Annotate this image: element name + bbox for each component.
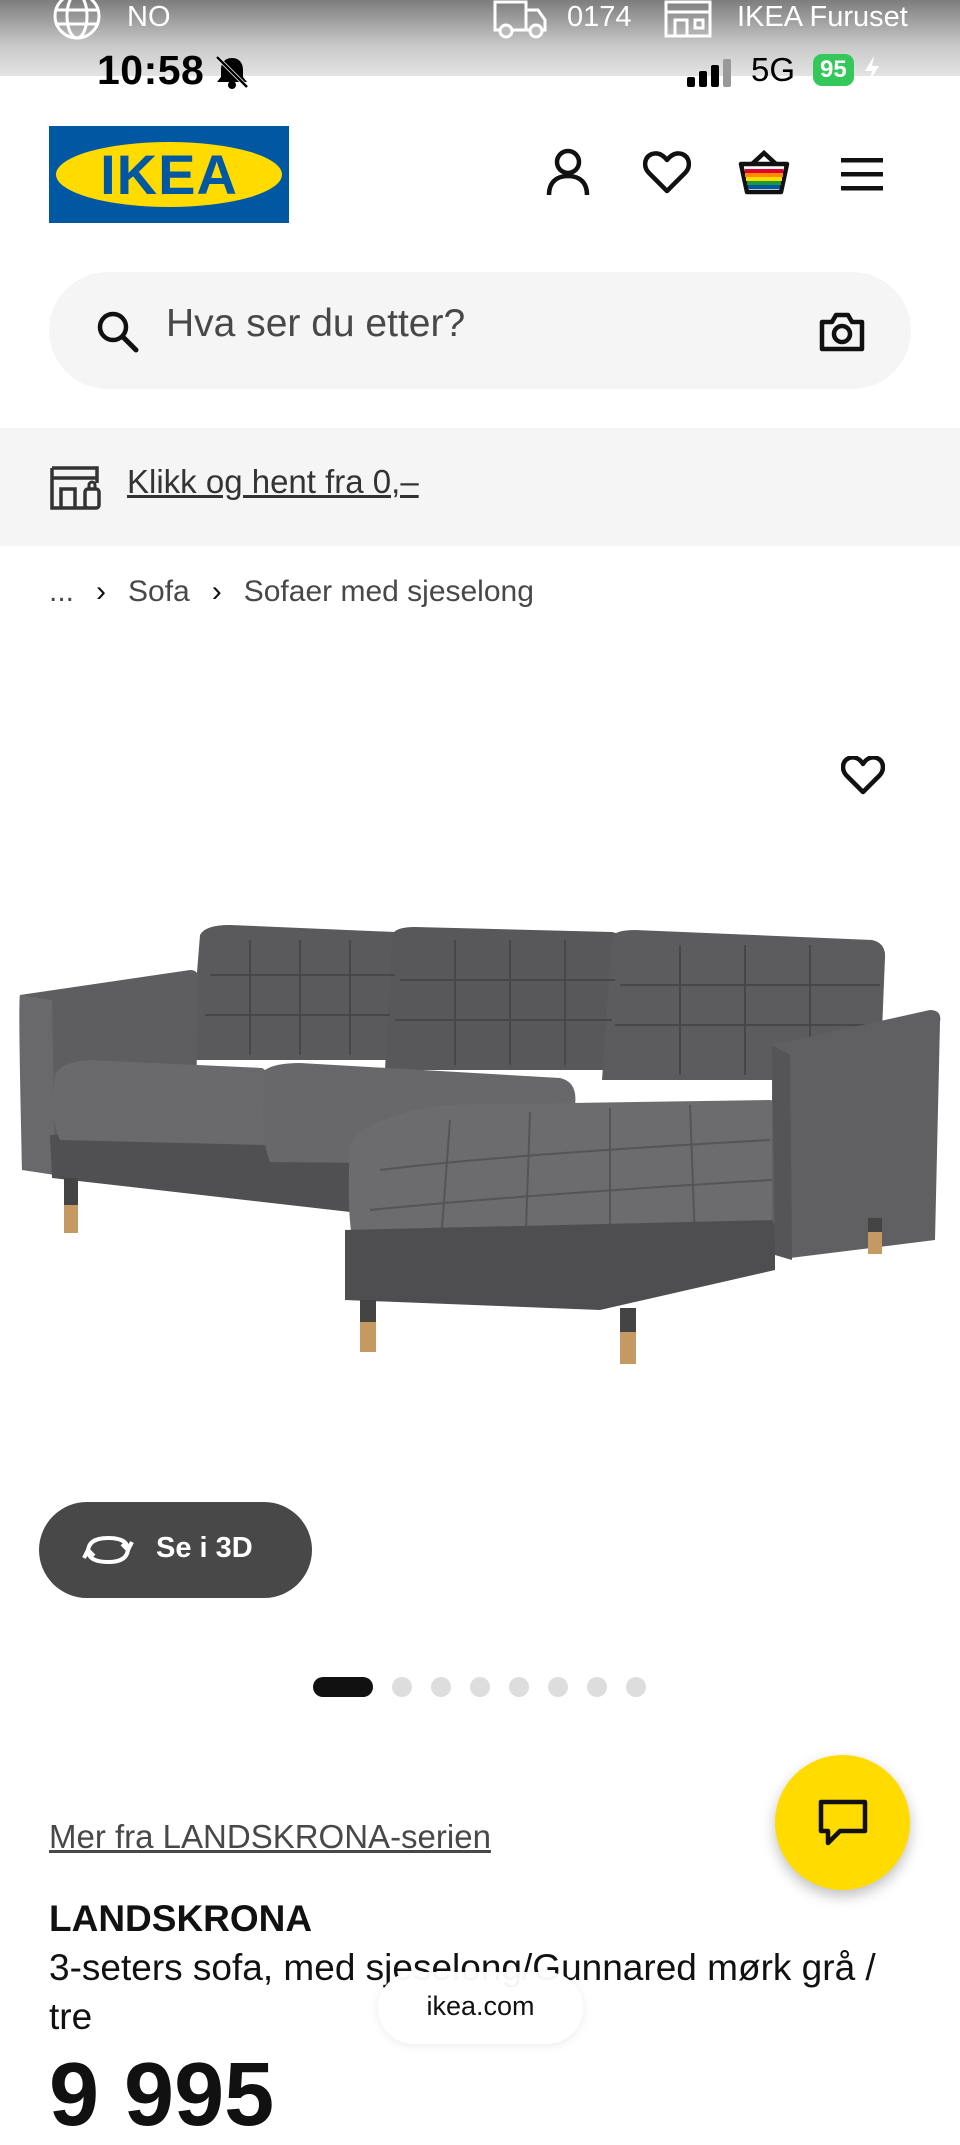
- shopping-basket-icon[interactable]: [738, 150, 790, 196]
- search-input[interactable]: Hva ser du etter?: [166, 302, 465, 346]
- carousel-dot[interactable]: [431, 1677, 451, 1697]
- carousel-dot[interactable]: [313, 1677, 373, 1697]
- series-link[interactable]: Mer fra LANDSKRONA-serien: [49, 1818, 491, 1856]
- status-bar: 10:58 5G 95: [0, 45, 960, 93]
- breadcrumb-ellipsis[interactable]: ...: [49, 575, 74, 609]
- charging-bolt-icon: [865, 56, 879, 82]
- image-carousel-dots: [313, 1677, 665, 1697]
- carousel-dot[interactable]: [626, 1677, 646, 1697]
- carousel-dot[interactable]: [587, 1677, 607, 1697]
- carousel-dot[interactable]: [548, 1677, 568, 1697]
- product-price: 9 995: [49, 2045, 275, 2145]
- view-in-3d-label: Se i 3D: [156, 1532, 253, 1564]
- delivery-truck-icon[interactable]: [492, 0, 548, 40]
- view-in-3d-button[interactable]: Se i 3D: [39, 1502, 312, 1598]
- chevron-right-icon: ›: [96, 575, 107, 608]
- logo-text: IKEA: [100, 143, 238, 206]
- carousel-dot[interactable]: [392, 1677, 412, 1697]
- click-collect-banner[interactable]: Klikk og hent fra 0,–: [0, 428, 960, 546]
- ikea-logo[interactable]: IKEA: [49, 126, 289, 223]
- click-collect-link[interactable]: Klikk og hent fra 0,–: [127, 463, 419, 501]
- carousel-dot[interactable]: [509, 1677, 529, 1697]
- breadcrumb: ... › Sofa › Sofaer med sjeselong: [49, 575, 534, 609]
- globe-icon[interactable]: [52, 0, 102, 40]
- bell-muted-icon: [215, 55, 249, 89]
- network-type: 5G: [751, 51, 796, 88]
- country-code[interactable]: NO: [127, 1, 171, 34]
- chevron-right-icon: ›: [211, 575, 222, 608]
- menu-icon[interactable]: [841, 157, 883, 191]
- product-image[interactable]: [0, 700, 960, 1500]
- product-name: LANDSKRONA: [49, 1898, 313, 1939]
- chat-bubble-icon: [818, 1799, 868, 1846]
- store-icon[interactable]: [663, 0, 713, 40]
- rotate-3d-icon: [82, 1535, 134, 1565]
- account-icon[interactable]: [545, 148, 591, 198]
- signal-icon: [687, 59, 731, 87]
- search-icon: [97, 311, 139, 353]
- breadcrumb-item-chaise-sofas[interactable]: Sofaer med sjeselong: [244, 575, 534, 609]
- battery-level: 95: [813, 54, 854, 86]
- browser-url: ikea.com: [426, 1991, 535, 2021]
- chat-button[interactable]: [775, 1755, 910, 1890]
- search-bar[interactable]: Hva ser du etter?: [49, 272, 911, 389]
- wishlist-heart-icon[interactable]: [643, 151, 691, 195]
- browser-url-pill[interactable]: ikea.com: [378, 1972, 583, 2044]
- selected-store[interactable]: IKEA Furuset: [737, 1, 908, 34]
- store-pickup-icon: [50, 466, 101, 510]
- postal-code[interactable]: 0174: [567, 1, 632, 34]
- status-time: 10:58: [97, 47, 205, 93]
- save-to-wishlist-heart-icon[interactable]: [841, 756, 885, 796]
- breadcrumb-item-sofa[interactable]: Sofa: [128, 575, 190, 609]
- camera-search-icon[interactable]: [819, 312, 865, 352]
- carousel-dot[interactable]: [470, 1677, 490, 1697]
